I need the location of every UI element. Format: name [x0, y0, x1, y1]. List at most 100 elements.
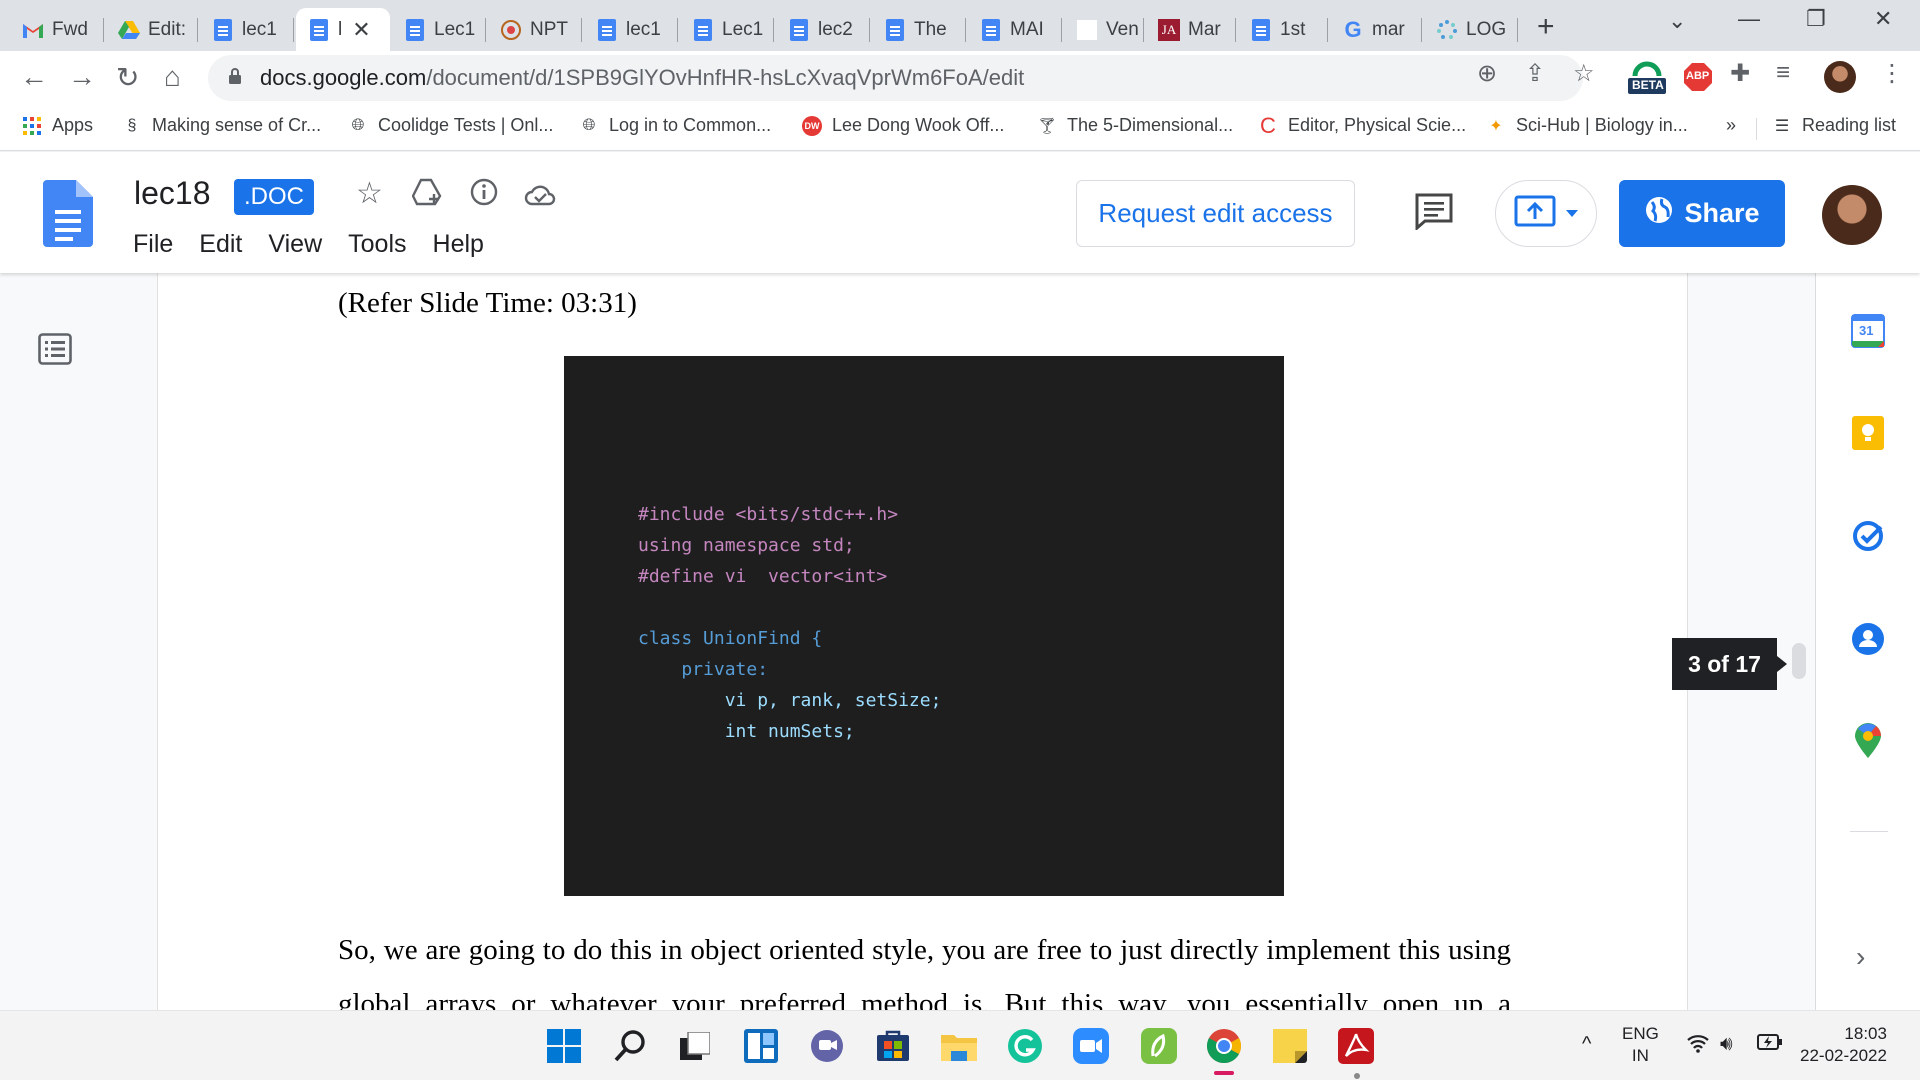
- new-tab-button[interactable]: +: [1537, 10, 1555, 44]
- present-button[interactable]: [1495, 180, 1597, 247]
- bookmark-item[interactable]: 🌐︎ Coolidge Tests | Onl...: [348, 115, 554, 136]
- media-queue-icon[interactable]: ≡: [1776, 59, 1790, 87]
- sticky-notes-icon[interactable]: [1272, 1028, 1308, 1064]
- chevron-right-icon[interactable]: ›: [1856, 941, 1865, 973]
- document-outline-icon[interactable]: [38, 333, 72, 370]
- acrobat-icon[interactable]: [1338, 1028, 1374, 1064]
- tab-doc[interactable]: MAI: [968, 8, 1062, 51]
- menu-help[interactable]: Help: [433, 230, 484, 259]
- side-panel-divider: [1850, 831, 1888, 832]
- calendar-icon[interactable]: 31: [1850, 313, 1886, 349]
- tab-blank[interactable]: Ven: [1064, 8, 1144, 51]
- task-view-icon[interactable]: [677, 1028, 713, 1064]
- bookmark-item[interactable]: 🌐︎ Log in to Common...: [579, 115, 772, 136]
- scrollbar-thumb[interactable]: [1792, 643, 1806, 679]
- menu-tools[interactable]: Tools: [348, 230, 406, 259]
- tasks-icon[interactable]: [1850, 518, 1886, 554]
- chrome-icon[interactable]: [1206, 1028, 1242, 1064]
- tab-separator: [1517, 18, 1518, 42]
- search-icon[interactable]: [612, 1028, 648, 1064]
- tab-doc[interactable]: 1st: [1238, 8, 1328, 51]
- tab-search-chevron-icon[interactable]: ⌄: [1668, 8, 1686, 34]
- minimize-icon[interactable]: —: [1738, 6, 1760, 32]
- document-title[interactable]: lec18: [134, 175, 211, 212]
- comment-history-icon[interactable]: [1414, 192, 1454, 235]
- windows-start-icon[interactable]: [546, 1028, 582, 1064]
- beta-extension-icon[interactable]: BETA: [1627, 60, 1667, 101]
- adblock-icon[interactable]: ABP: [1683, 62, 1713, 97]
- zoom-icon[interactable]: [1073, 1028, 1109, 1064]
- teams-chat-icon[interactable]: [809, 1028, 845, 1064]
- show-hidden-icons-chevron-icon[interactable]: ^: [1582, 1033, 1591, 1056]
- store-icon[interactable]: [875, 1028, 911, 1064]
- volume-icon[interactable]: 🔊︎: [1720, 1033, 1733, 1056]
- bookmark-item[interactable]: DW Lee Dong Wook Off...: [802, 115, 1004, 136]
- lock-icon[interactable]: [228, 65, 242, 91]
- move-to-drive-icon[interactable]: [411, 178, 442, 214]
- contacts-icon[interactable]: [1850, 621, 1886, 657]
- menu-edit[interactable]: Edit: [199, 230, 242, 259]
- tab-drive[interactable]: Edit:: [106, 8, 198, 51]
- share-button[interactable]: Share: [1619, 180, 1785, 247]
- close-window-icon[interactable]: ✕: [1874, 6, 1892, 32]
- bookmark-item[interactable]: C Editor, Physical Scie...: [1258, 113, 1466, 138]
- docs-logo-icon[interactable]: [43, 180, 93, 247]
- side-panel: 31 ›: [1815, 273, 1920, 1010]
- tab-label: LOG: [1466, 18, 1507, 40]
- back-icon[interactable]: ←: [20, 61, 48, 93]
- maps-icon[interactable]: [1850, 723, 1886, 759]
- reading-list-button[interactable]: ☰ Reading list: [1772, 115, 1896, 136]
- tab-doc[interactable]: lec2: [776, 8, 870, 51]
- widgets-icon[interactable]: [743, 1028, 779, 1064]
- address-bar[interactable]: docs.google.com/document/d/1SPB9GlYOvHnf…: [208, 55, 1583, 101]
- tab-label: l: [338, 18, 343, 40]
- profile-avatar[interactable]: [1824, 61, 1856, 93]
- tab-doc[interactable]: Lec1: [392, 8, 486, 51]
- menu-view[interactable]: View: [268, 230, 322, 259]
- tab-loading[interactable]: LOG: [1424, 8, 1518, 51]
- keep-icon[interactable]: [1850, 415, 1886, 451]
- extensions-puzzle-icon[interactable]: ✚: [1730, 59, 1750, 88]
- document-page[interactable]: (Refer Slide Time: 03:31) #include <bits…: [157, 273, 1688, 1010]
- tab-ja[interactable]: JA Mar: [1146, 8, 1236, 51]
- cloud-saved-icon[interactable]: [524, 180, 556, 214]
- tab-gmail[interactable]: Fwd: [10, 8, 104, 51]
- forward-icon[interactable]: →: [68, 61, 96, 93]
- docs-icon: [1250, 18, 1272, 41]
- close-icon[interactable]: ✕: [352, 17, 370, 43]
- bookmark-star-icon[interactable]: ☆: [1573, 59, 1595, 88]
- file-explorer-icon[interactable]: [941, 1028, 977, 1064]
- share-page-icon[interactable]: ⇪: [1525, 59, 1545, 88]
- tab-active-doc[interactable]: l ✕: [296, 8, 390, 51]
- system-clock[interactable]: 18:03 22-02-2022: [1800, 1023, 1887, 1067]
- bookmark-label: Log in to Common...: [609, 115, 772, 135]
- input-language-indicator[interactable]: ENG IN: [1622, 1023, 1659, 1067]
- tab-doc[interactable]: The: [872, 8, 966, 51]
- home-icon[interactable]: ⌂: [164, 61, 181, 93]
- battery-icon[interactable]: [1757, 1033, 1783, 1057]
- reload-icon[interactable]: ↻: [116, 61, 139, 94]
- tab-nptel[interactable]: NPT: [488, 8, 582, 51]
- info-icon[interactable]: [470, 178, 498, 214]
- bookmark-item[interactable]: ✦ Sci-Hub | Biology in...: [1486, 115, 1687, 136]
- star-icon[interactable]: ☆: [356, 176, 383, 211]
- account-avatar[interactable]: [1822, 185, 1882, 245]
- bookmark-apps[interactable]: Apps: [22, 115, 93, 136]
- tab-google[interactable]: G mar: [1330, 8, 1422, 51]
- tab-doc[interactable]: lec1: [200, 8, 294, 51]
- scihub-icon: ✦: [1489, 117, 1503, 135]
- zoom-icon[interactable]: ⊕: [1477, 59, 1497, 88]
- loading-icon: [1436, 19, 1458, 41]
- restore-icon[interactable]: ❐: [1806, 6, 1826, 32]
- menu-file[interactable]: File: [133, 230, 173, 259]
- tab-doc[interactable]: Lec1: [680, 8, 774, 51]
- bookmark-item[interactable]: 🍸︎ The 5-Dimensional...: [1037, 115, 1233, 136]
- chrome-menu-icon[interactable]: ⋮: [1880, 59, 1904, 88]
- bookmark-item[interactable]: § Making sense of Cr...: [122, 115, 322, 136]
- grammarly-icon[interactable]: [1007, 1028, 1043, 1064]
- bookmarks-overflow-button[interactable]: »: [1726, 115, 1736, 136]
- evernote-icon[interactable]: [1141, 1028, 1177, 1064]
- wifi-icon[interactable]: [1686, 1033, 1710, 1059]
- request-edit-access-button[interactable]: Request edit access: [1076, 180, 1355, 247]
- tab-doc[interactable]: lec1: [584, 8, 678, 51]
